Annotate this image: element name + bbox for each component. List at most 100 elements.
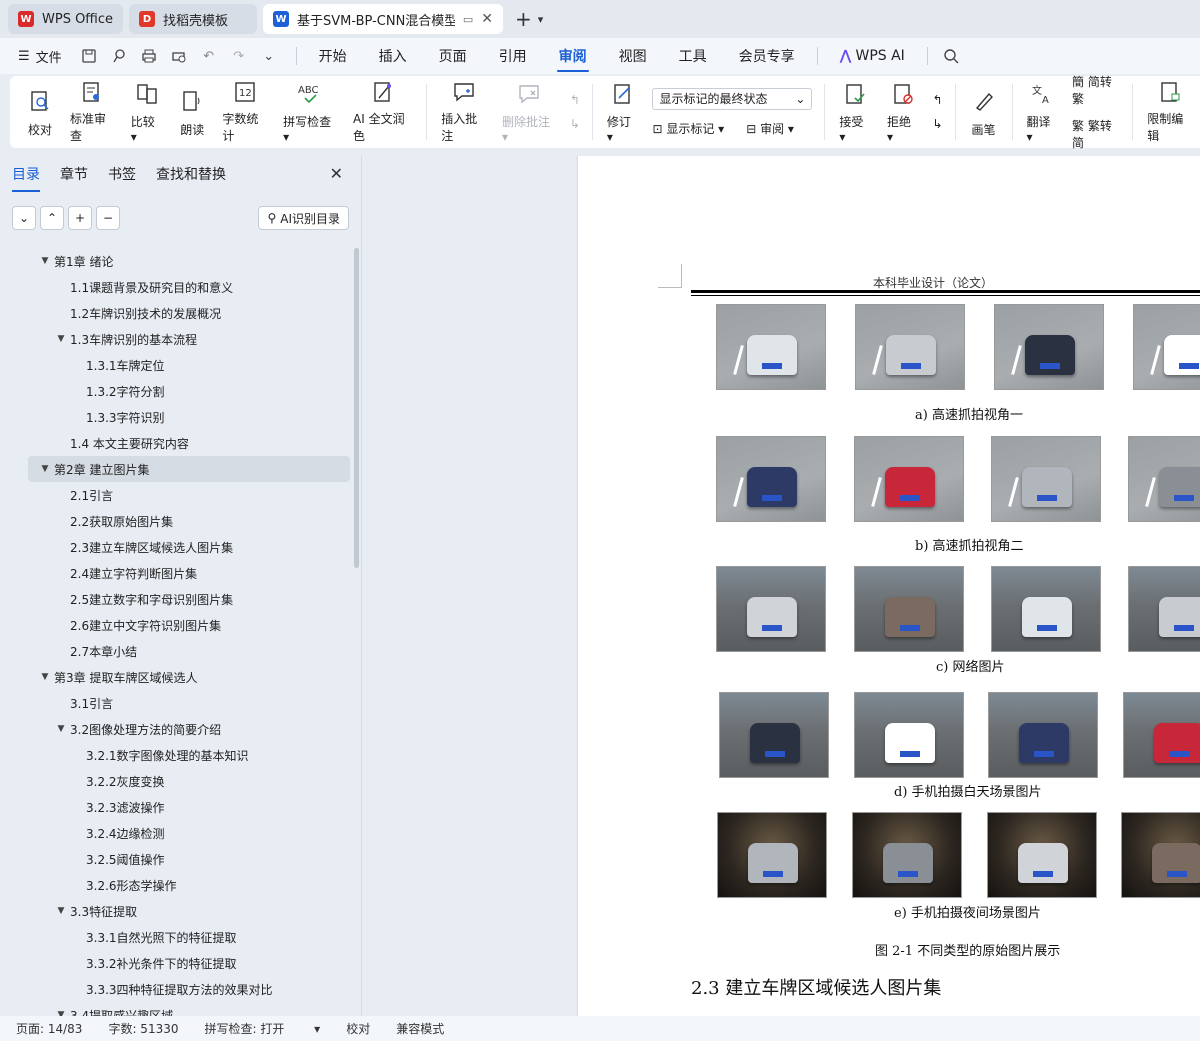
license-plate	[898, 871, 918, 877]
ai-toc-button[interactable]: ⚲ AI识别目录	[258, 206, 349, 230]
toc-item[interactable]: 3.2.4边缘检测	[0, 820, 352, 846]
menu-review[interactable]: 审阅	[556, 40, 589, 72]
toc-item[interactable]: 3.3.1自然光照下的特征提取	[0, 924, 352, 950]
menu-insert[interactable]: 插入	[377, 40, 409, 72]
toc-item[interactable]: 2.3建立车牌区域候选人图片集	[0, 534, 352, 560]
undo-icon[interactable]: ↶	[200, 47, 218, 65]
previous-comment-icon[interactable]: ↰	[570, 93, 580, 107]
toc-item[interactable]: 2.6建立中文字符识别图片集	[0, 612, 352, 638]
tab-template[interactable]: D 找稻壳模板	[129, 4, 258, 34]
toc-item[interactable]: ▼ 第1章 绪论	[0, 248, 352, 274]
tab-bookmarks[interactable]: 书签	[108, 164, 136, 192]
toc-item[interactable]: 2.2获取原始图片集	[0, 508, 352, 534]
toc-item[interactable]: ▼ 第2章 建立图片集	[28, 456, 350, 482]
toc-item[interactable]: 3.2.1数字图像处理的基本知识	[0, 742, 352, 768]
proof-button[interactable]: 校对	[18, 80, 62, 144]
menu-member[interactable]: 会员专享	[737, 40, 797, 72]
toc-item[interactable]: ▼ 3.2图像处理方法的简要介绍	[0, 716, 352, 742]
tab-document[interactable]: W 基于SVM-BP-CNN混合模型 ▭ ✕	[263, 4, 504, 34]
spell-check-button[interactable]: ABC 拼写检查 ▾	[275, 80, 345, 145]
show-marks-button[interactable]: ⊡ 显示标记 ▾	[652, 120, 724, 137]
expand-arrow-icon[interactable]: ▼	[38, 464, 52, 474]
toc-item[interactable]: 1.2车牌识别技术的发展概况	[0, 300, 352, 326]
next-comment-icon[interactable]: ↳	[570, 117, 580, 131]
word-count-button[interactable]: 12 字数统计	[214, 80, 275, 144]
menu-home[interactable]: 开始	[317, 40, 349, 72]
toc-item[interactable]: 3.2.2灰度变换	[0, 768, 352, 794]
ai-polish-button[interactable]: AI 全文润色	[345, 80, 420, 144]
markup-display-select[interactable]: 显示标记的最终状态 ⌄	[652, 87, 813, 110]
menu-view[interactable]: 视图	[617, 40, 649, 72]
revise-button[interactable]: 修订 ▾	[599, 80, 647, 144]
expand-all-icon[interactable]: ⌄	[12, 206, 36, 230]
close-tab-icon[interactable]: ✕	[481, 11, 493, 27]
toc-item[interactable]: 1.4 本文主要研究内容	[0, 430, 352, 456]
format-painter-icon[interactable]	[110, 47, 128, 65]
toc-item[interactable]: ▼ 1.3车牌识别的基本流程	[0, 326, 352, 352]
toc-item[interactable]: 2.7本章小结	[0, 638, 352, 664]
toc-item[interactable]: 3.2.6形态学操作	[0, 872, 352, 898]
tab-dropdown-icon[interactable]: ▾	[538, 13, 544, 26]
toc-item[interactable]: 1.3.2字符分割	[0, 378, 352, 404]
save-icon[interactable]	[80, 47, 98, 65]
word-count-indicator[interactable]: 字数: 51330	[108, 1020, 178, 1037]
toc-item[interactable]: 1.1课题背景及研究目的和意义	[0, 274, 352, 300]
tab-wps-office[interactable]: W WPS Office	[8, 4, 124, 34]
toc-item[interactable]: 1.3.1车牌定位	[0, 352, 352, 378]
next-revision-icon[interactable]: ↳	[933, 117, 943, 131]
file-menu[interactable]: ☰ 文件	[18, 47, 62, 66]
pen-button[interactable]: 画笔	[962, 80, 1006, 144]
toc-item[interactable]: 2.5建立数字和字母识别图片集	[0, 586, 352, 612]
menu-references[interactable]: 引用	[497, 40, 529, 72]
redo-icon[interactable]: ↷	[230, 47, 248, 65]
expand-arrow-icon[interactable]: ▼	[38, 672, 52, 682]
toc-item[interactable]: 2.1引言	[0, 482, 352, 508]
toc-item[interactable]: ▼ 3.4提取感兴趣区域	[0, 1002, 352, 1017]
expand-arrow-icon[interactable]: ▼	[54, 334, 68, 344]
toc-item[interactable]: 1.3.3字符识别	[0, 404, 352, 430]
toc-item[interactable]: ▼ 3.3特征提取	[0, 898, 352, 924]
standard-review-button[interactable]: 标准审查	[62, 80, 123, 144]
add-heading-icon[interactable]: +	[68, 206, 92, 230]
toc-item[interactable]: 3.1引言	[0, 690, 352, 716]
restrict-edit-button[interactable]: 限制编辑	[1139, 80, 1200, 144]
toc-scrollbar[interactable]	[354, 248, 359, 568]
to-simplified-button[interactable]: 繁 繁转简	[1072, 117, 1120, 151]
previous-revision-icon[interactable]: ↰	[933, 93, 943, 107]
remove-heading-icon[interactable]: −	[96, 206, 120, 230]
reject-button[interactable]: 拒绝 ▾	[879, 80, 927, 144]
to-traditional-button[interactable]: 簡 简转繁	[1072, 73, 1120, 107]
expand-arrow-icon[interactable]: ▼	[54, 724, 68, 734]
quick-access-dropdown-icon[interactable]: ⌄	[260, 47, 278, 65]
menu-page[interactable]: 页面	[437, 40, 469, 72]
review-pane-button[interactable]: ⊟ 审阅 ▾	[746, 120, 794, 137]
expand-arrow-icon[interactable]: ▼	[54, 906, 68, 916]
toc-item[interactable]: 2.4建立字符判断图片集	[0, 560, 352, 586]
read-aloud-button[interactable]: 朗读	[170, 80, 214, 144]
toc-item[interactable]: ▼ 第3章 提取车牌区域候选人	[0, 664, 352, 690]
tab-chapters[interactable]: 章节	[60, 164, 88, 192]
menu-tools[interactable]: 工具	[677, 40, 709, 72]
tab-find-replace[interactable]: 查找和替换	[156, 164, 226, 192]
menu-wps-ai[interactable]: ⋀ WPS AI	[838, 42, 907, 70]
print-icon[interactable]	[140, 47, 158, 65]
toc-item[interactable]: 3.2.3滤波操作	[0, 794, 352, 820]
close-pane-icon[interactable]: ✕	[330, 164, 343, 183]
print-preview-icon[interactable]	[170, 47, 188, 65]
accept-button[interactable]: 接受 ▾	[831, 80, 879, 144]
search-icon[interactable]	[942, 47, 960, 65]
translate-button[interactable]: 文A 翻译 ▾	[1018, 80, 1066, 145]
collapse-all-icon[interactable]: ⌃	[40, 206, 64, 230]
compare-button[interactable]: 比较 ▾	[123, 80, 171, 144]
new-tab-icon[interactable]: +	[515, 7, 532, 31]
toc-item[interactable]: 3.2.5阈值操作	[0, 846, 352, 872]
insert-comment-button[interactable]: 插入批注	[433, 80, 494, 144]
toc-item[interactable]: 3.3.3四种特征提取方法的效果对比	[0, 976, 352, 1002]
proof-status[interactable]: 校对	[346, 1020, 370, 1037]
expand-arrow-icon[interactable]: ▼	[38, 256, 52, 266]
page-indicator[interactable]: 页面: 14/83	[16, 1020, 82, 1037]
toc-item[interactable]: 3.3.2补光条件下的特征提取	[0, 950, 352, 976]
spell-check-status[interactable]: 拼写检查: 打开 ▾	[205, 1020, 321, 1037]
tab-toc[interactable]: 目录	[12, 164, 40, 192]
delete-comment-button[interactable]: 删除批注 ▾	[494, 80, 564, 144]
